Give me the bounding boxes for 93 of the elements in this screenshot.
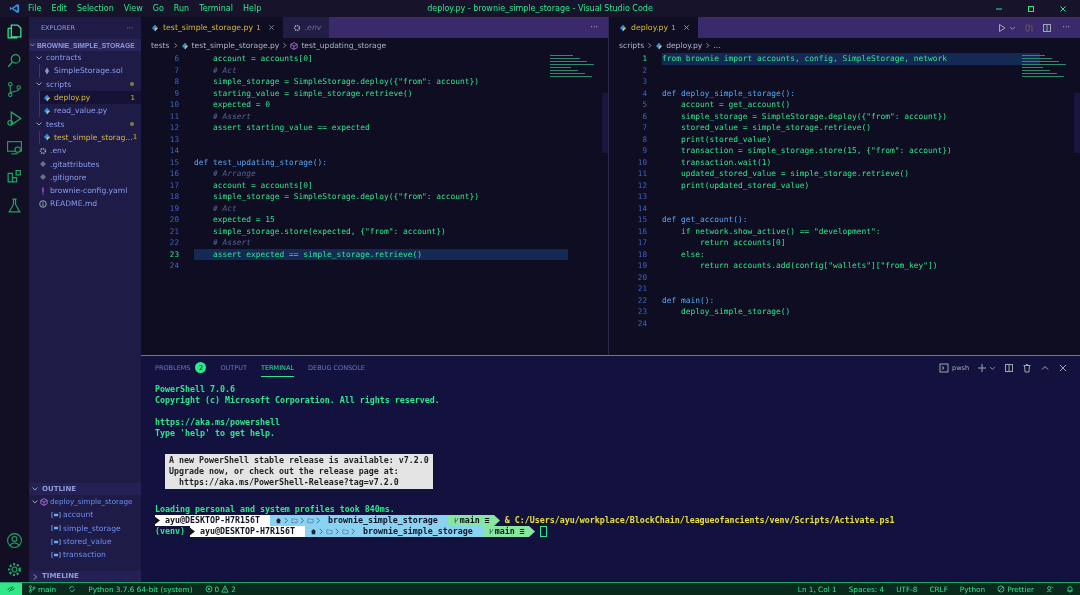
branch-icon [452, 517, 460, 524]
run-icon[interactable] [997, 22, 1008, 33]
prompt-user-segment: ayu@DESKTOP-H7R156T [160, 515, 270, 526]
cube-icon [40, 497, 48, 506]
chevron-right-icon [704, 42, 712, 49]
chevron-right-icon [281, 42, 289, 49]
chevron-up-icon[interactable] [1040, 363, 1050, 373]
python-icon [655, 41, 664, 50]
extensions-icon[interactable] [6, 168, 23, 185]
python-icon [619, 23, 627, 32]
menu-item[interactable]: Terminal [199, 4, 233, 13]
menu-item[interactable]: View [123, 4, 143, 13]
cube-icon [290, 41, 299, 50]
terminal-output: PowerShell 7.0.6 [155, 384, 235, 395]
variable-icon [51, 524, 61, 533]
gear-icon [39, 146, 47, 155]
sync-icon[interactable] [68, 585, 77, 593]
settings-icon[interactable] [6, 561, 23, 578]
chevron-right-icon [171, 42, 179, 49]
menu-item[interactable]: Selection [76, 4, 114, 13]
chevron-right-icon [31, 572, 39, 581]
account-icon[interactable] [6, 532, 23, 549]
prompt-path: brownie_simple_storage [327, 515, 438, 526]
plus-icon[interactable] [977, 363, 987, 373]
remote-explorer-icon[interactable] [6, 139, 23, 156]
chevron-down-icon [29, 41, 36, 49]
close-icon[interactable] [682, 24, 690, 31]
maximize-icon[interactable] [1026, 3, 1036, 14]
modified-dot [130, 82, 134, 87]
notice-line: https://aka.ms/PowerShell-Release?tag=v7.2.0 [178, 477, 400, 488]
error-icon [204, 585, 213, 593]
menu-item[interactable]: Help [243, 4, 262, 13]
close-icon[interactable] [1058, 3, 1068, 14]
chevron-right-icon [646, 42, 654, 49]
diamond-icon [43, 66, 51, 75]
variable-icon [51, 510, 61, 519]
split-terminal-icon[interactable] [1004, 363, 1014, 373]
menu-item[interactable]: File [28, 4, 42, 13]
variable-icon [51, 537, 61, 546]
terminal-cursor [539, 526, 547, 537]
venv-prefix: (venv) [155, 526, 185, 537]
remote-icon [7, 585, 15, 593]
search-icon[interactable] [6, 52, 23, 69]
python-icon [43, 106, 51, 115]
menu-item[interactable]: Run [173, 4, 190, 13]
close-icon[interactable] [267, 24, 275, 31]
info-icon [39, 199, 47, 208]
python-icon [151, 23, 159, 32]
python-icon [43, 93, 51, 102]
more-actions[interactable]: ··· [1062, 23, 1070, 32]
prompt-branch: main ≡ [459, 515, 490, 526]
vscode-logo-icon [9, 3, 20, 14]
menu-item[interactable]: Edit [51, 4, 67, 13]
branch-icon [28, 585, 36, 593]
window-title: deploy.py - brownie_simple_storage - Visual Studio Code [427, 4, 653, 13]
terminal-command: & C:/Users/ayu/workplace/BlockChain/leagueofancients/venv/Scripts/Activate.ps1 [504, 515, 895, 526]
menu-item[interactable]: Go [152, 4, 164, 13]
feedback-icon[interactable] [1046, 585, 1054, 593]
run-debug-icon[interactable] [6, 110, 23, 127]
notice-line: Upgrade now, or check out the release page at: [169, 466, 400, 477]
python-icon [43, 133, 51, 142]
branch-icon [487, 528, 495, 535]
terminal-output: https://aka.ms/powershell [155, 417, 280, 428]
terminal-icon [939, 363, 950, 373]
gear-icon [292, 23, 301, 32]
chevron-icon [31, 497, 39, 506]
files-icon[interactable] [6, 23, 23, 40]
source-control-icon[interactable] [6, 81, 23, 98]
warning-icon [221, 585, 230, 593]
terminal-output: Copyright (c) Microsoft Corporation. All rights reserved. [155, 395, 440, 406]
chevron-down-icon [31, 485, 39, 493]
terminal-output: Loading personal and system profiles took 840ms. [155, 504, 395, 515]
flask-icon[interactable] [6, 197, 23, 214]
split-editor-icon[interactable] [1042, 22, 1053, 33]
prompt-user-segment: ayu@DESKTOP-H7R156T [195, 526, 305, 537]
modified-dot [130, 122, 134, 127]
variable-icon [51, 550, 61, 559]
prompt-arrow-icon [190, 526, 195, 537]
chevron-icon [35, 53, 43, 62]
prompt-branch: main ≡ [494, 526, 525, 537]
notice-line: A new PowerShell stable release is available: v7.2.0 [169, 455, 429, 466]
exclamation-icon [39, 186, 47, 195]
terminal-output: Type 'help' to get help. [155, 428, 275, 439]
prompt-path: brownie_simple_storage [362, 526, 473, 537]
home-icon [274, 517, 282, 524]
bell-icon[interactable] [1066, 585, 1074, 593]
close-icon[interactable] [1058, 363, 1068, 373]
more-actions[interactable]: ··· [590, 23, 598, 32]
prohibited-icon [997, 585, 1006, 593]
prompt-arrow-icon [155, 515, 160, 526]
python-icon [180, 41, 189, 50]
home-icon [309, 528, 317, 535]
trash-icon[interactable] [1022, 363, 1032, 373]
